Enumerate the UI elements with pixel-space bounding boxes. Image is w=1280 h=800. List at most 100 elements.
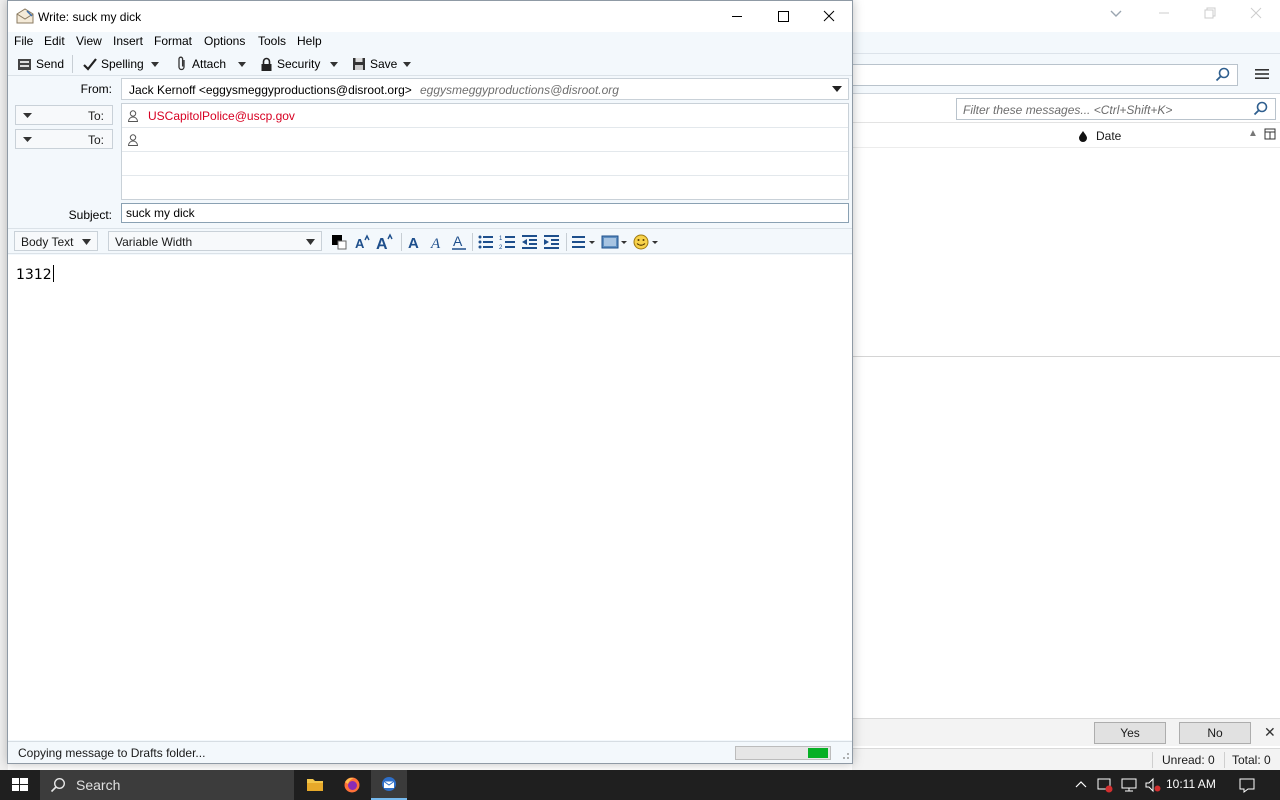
taskbar-search-box[interactable]: Search bbox=[40, 770, 294, 800]
subject-input[interactable]: suck my dick bbox=[121, 203, 849, 223]
chevron-down-icon bbox=[306, 239, 315, 245]
maximize-icon bbox=[778, 11, 789, 22]
svg-text:A: A bbox=[453, 233, 463, 249]
minimize-button[interactable] bbox=[714, 1, 760, 32]
chevron-down-icon[interactable] bbox=[328, 55, 340, 73]
hamburger-menu-icon[interactable] bbox=[1254, 66, 1270, 82]
maximize-button[interactable] bbox=[760, 1, 806, 32]
firefox-icon[interactable] bbox=[334, 770, 370, 800]
chevron-down-icon[interactable] bbox=[236, 55, 248, 73]
restore-icon[interactable] bbox=[1200, 6, 1220, 24]
search-icon bbox=[1253, 101, 1268, 116]
quick-filter-bar: Filter these messages... <Ctrl+Shift+K> bbox=[852, 95, 1280, 123]
windows-start-icon[interactable] bbox=[0, 770, 40, 800]
chevron-down-icon[interactable] bbox=[1106, 6, 1126, 24]
menu-tools[interactable]: Tools bbox=[258, 34, 286, 48]
recipient-row[interactable]: USCapitolPolice@uscp.gov bbox=[122, 104, 848, 128]
pane-splitter[interactable] bbox=[852, 356, 1280, 357]
paragraph-style-select[interactable]: Body Text bbox=[14, 231, 98, 251]
italic-icon[interactable]: A bbox=[428, 233, 446, 251]
svg-text:2: 2 bbox=[499, 245, 503, 251]
minimize-icon[interactable] bbox=[1154, 6, 1174, 24]
yes-button[interactable]: Yes bbox=[1094, 722, 1166, 744]
svg-text:A: A bbox=[376, 236, 388, 251]
taskbar-clock[interactable]: 10:11 AM bbox=[1166, 777, 1216, 791]
bold-icon[interactable]: A bbox=[406, 233, 424, 251]
thunderbird-taskbar-button[interactable] bbox=[371, 770, 407, 800]
column-date[interactable]: Date bbox=[1096, 129, 1121, 143]
from-identity-email: eggysmeggyproductions@disroot.org bbox=[420, 83, 619, 97]
smiley-icon[interactable] bbox=[632, 233, 660, 251]
compose-toolbar: Send Spelling Attach Security Save bbox=[8, 52, 852, 76]
bulleted-list-icon[interactable] bbox=[477, 233, 495, 251]
insert-image-icon[interactable] bbox=[601, 233, 629, 251]
svg-text:A: A bbox=[430, 236, 441, 251]
recipient-type-select[interactable]: To: bbox=[15, 129, 113, 149]
menu-insert[interactable]: Insert bbox=[113, 34, 143, 48]
recipient-list: USCapitolPolice@uscp.gov bbox=[121, 103, 849, 200]
main-window-navbar bbox=[852, 54, 1280, 94]
save-button[interactable]: Save bbox=[352, 55, 397, 73]
attach-button[interactable]: Attach bbox=[176, 55, 226, 73]
font-larger-icon[interactable]: A bbox=[376, 233, 394, 251]
resize-grip-icon[interactable] bbox=[840, 750, 850, 760]
outdent-icon[interactable] bbox=[521, 233, 539, 251]
read-status-icon[interactable] bbox=[1078, 130, 1088, 142]
recipient-row-empty[interactable] bbox=[122, 176, 848, 200]
filter-messages-input[interactable]: Filter these messages... <Ctrl+Shift+K> bbox=[956, 98, 1276, 120]
format-toolbar: Body Text Variable Width A A A A A 12 bbox=[8, 228, 852, 254]
monitor-icon[interactable] bbox=[1121, 777, 1137, 793]
recipient-row-empty[interactable] bbox=[122, 152, 848, 176]
menu-format[interactable]: Format bbox=[154, 34, 192, 48]
send-button[interactable]: Send bbox=[17, 55, 64, 73]
indent-icon[interactable] bbox=[543, 233, 561, 251]
window-title: Write: suck my dick bbox=[38, 10, 142, 24]
progress-fill bbox=[808, 748, 828, 758]
chevron-down-icon bbox=[23, 137, 32, 142]
recipient-row[interactable] bbox=[122, 128, 848, 152]
chevron-down-icon[interactable] bbox=[401, 55, 413, 73]
font-smaller-icon[interactable]: A bbox=[354, 233, 372, 251]
volume-muted-icon[interactable] bbox=[1145, 777, 1161, 793]
font-family-select[interactable]: Variable Width bbox=[108, 231, 322, 251]
recipient-type-label: To: bbox=[87, 133, 104, 147]
menu-file[interactable]: File bbox=[14, 34, 33, 48]
compose-status-bar: Copying message to Drafts folder... bbox=[8, 741, 852, 763]
attach-label: Attach bbox=[192, 57, 227, 71]
text-color-icon[interactable] bbox=[330, 233, 348, 251]
compose-envelope-icon bbox=[16, 8, 34, 24]
sort-ascending-icon: ▲ bbox=[1248, 128, 1258, 139]
save-progress-bar bbox=[735, 746, 831, 760]
close-button[interactable] bbox=[806, 1, 852, 32]
align-menu-icon[interactable] bbox=[571, 233, 597, 251]
recipient-type-select[interactable]: To: bbox=[15, 105, 113, 125]
spelling-button[interactable]: Spelling bbox=[83, 55, 144, 73]
from-label: From: bbox=[80, 82, 112, 96]
spelling-label: Spelling bbox=[101, 57, 144, 71]
recipient-address[interactable]: USCapitolPolice@uscp.gov bbox=[148, 109, 295, 123]
numbered-list-icon[interactable]: 12 bbox=[499, 233, 517, 251]
network-disconnected-icon[interactable] bbox=[1097, 777, 1113, 793]
from-identity-select[interactable]: Jack Kernoff <eggysmeggyproductions@disr… bbox=[121, 78, 849, 100]
menu-options[interactable]: Options bbox=[204, 34, 245, 48]
notification-center-icon[interactable] bbox=[1239, 777, 1255, 793]
send-icon bbox=[18, 58, 31, 70]
minimize-icon bbox=[732, 16, 742, 17]
subject-label: Subject: bbox=[68, 208, 112, 222]
global-search-input[interactable] bbox=[852, 64, 1238, 86]
menu-edit[interactable]: Edit bbox=[44, 34, 65, 48]
column-picker-icon[interactable] bbox=[1264, 128, 1276, 140]
message-body-editor[interactable]: 1312 bbox=[8, 255, 852, 740]
file-explorer-icon[interactable] bbox=[297, 770, 333, 800]
chevron-down-icon[interactable] bbox=[149, 55, 161, 73]
menu-view[interactable]: View bbox=[76, 34, 102, 48]
no-button[interactable]: No bbox=[1179, 722, 1251, 744]
close-icon[interactable]: ✕ bbox=[1264, 724, 1276, 741]
chevron-up-icon[interactable] bbox=[1073, 777, 1089, 793]
close-icon[interactable] bbox=[1246, 6, 1266, 24]
contact-icon bbox=[128, 134, 138, 146]
underline-icon[interactable]: A bbox=[450, 233, 468, 251]
security-button[interactable]: Security bbox=[260, 55, 320, 73]
chevron-down-icon bbox=[23, 113, 32, 118]
menu-help[interactable]: Help bbox=[297, 34, 322, 48]
